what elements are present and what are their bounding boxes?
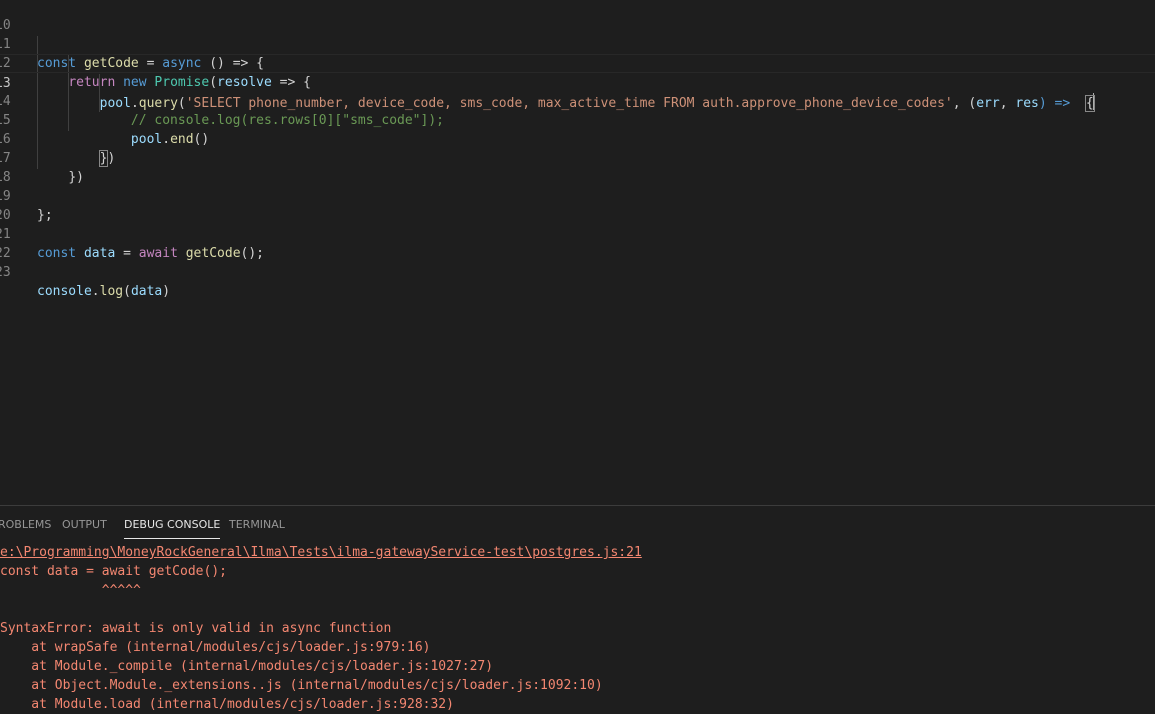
tab-debug-console[interactable]: DEBUG CONSOLE — [124, 518, 221, 539]
console-line: e:\Programming\MoneyRockGeneral\Ilma\Tes… — [0, 543, 1155, 562]
tab-terminal[interactable]: TERMINAL — [229, 518, 285, 532]
tab-output[interactable]: OUTPUT — [62, 518, 107, 532]
code-line[interactable]: 20 — [0, 187, 1155, 223]
code-line[interactable]: 12 return new Promise(resolve => { — [0, 35, 1155, 90]
code-line-current[interactable]: 13 pool.query('SELECT phone_number, devi… — [0, 54, 1155, 112]
code-line[interactable]: 17 }) — [0, 130, 1155, 185]
code-line[interactable]: 14 // console.log(res.rows[0]["sms_code"… — [0, 73, 1155, 128]
code-line[interactable]: 21 const data = await getCode(); — [0, 206, 1155, 261]
code-line[interactable]: 23 console.log(data) — [0, 244, 1155, 299]
stack-frame: at wrapSafe (internal/modules/cjs/loader… — [0, 640, 431, 655]
stack-frame: at Module._compile (internal/modules/cjs… — [0, 659, 494, 674]
stack-frame: at Object.Module._extensions..js (intern… — [0, 678, 603, 693]
console-line: const data = await getCode(); — [0, 564, 227, 579]
tab-problems[interactable]: ROBLEMS — [0, 518, 51, 532]
code-text: console.log(data) — [37, 284, 171, 299]
bottom-panel: ROBLEMS OUTPUT DEBUG CONSOLE TERMINAL e:… — [0, 505, 1155, 712]
error-source-link[interactable]: e:\Programming\MoneyRockGeneral\Ilma\Tes… — [0, 545, 642, 560]
code-line[interactable]: 22 — [0, 225, 1155, 261]
panel-tabs: ROBLEMS OUTPUT DEBUG CONSOLE TERMINAL — [0, 506, 1155, 542]
line-number: 23 — [0, 265, 11, 280]
code-line[interactable]: 18 — [0, 149, 1155, 185]
code-line[interactable]: 10 — [0, 0, 1155, 33]
stack-frame: at Module.load (internal/modules/cjs/loa… — [0, 697, 454, 712]
code-line[interactable]: 19 }; — [0, 168, 1155, 223]
console-error-message: SyntaxError: await is only valid in asyn… — [0, 621, 392, 636]
code-line[interactable]: 15 pool.end() — [0, 92, 1155, 147]
code-editor[interactable]: 10 11 const getCode = async () => { 12 r… — [0, 0, 1155, 505]
console-line: ^^^^^ — [0, 583, 141, 598]
code-line[interactable]: 16 }) — [0, 111, 1155, 167]
code-line[interactable]: 11 const getCode = async () => { — [0, 16, 1155, 71]
